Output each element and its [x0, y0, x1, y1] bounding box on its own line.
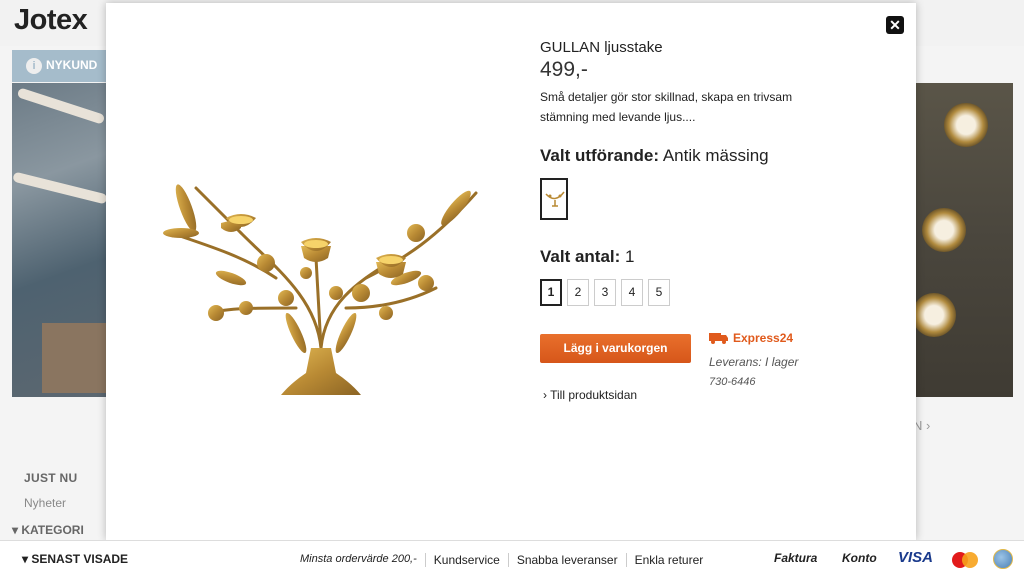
footer-min-order: Minsta ordervärde 200,-: [300, 553, 417, 565]
variant-swatch[interactable]: [540, 178, 568, 220]
delivery-status: Leverans: I lager: [709, 355, 799, 369]
new-customer-label: NYKUND: [46, 58, 98, 72]
footer-bar: ▾ SENAST VISADE Minsta ordervärde 200,- …: [0, 540, 1024, 577]
payment-konto-logo: Konto: [842, 551, 877, 565]
visa-logo: VISA: [898, 549, 934, 566]
close-button[interactable]: ✕: [886, 16, 904, 34]
quick-view-modal: ✕ GULLAN ljusstake 499,- Små detaljer gö…: [106, 3, 916, 540]
footer-link-enkla-returer[interactable]: Enkla returer: [625, 553, 712, 567]
background-hero-image-left: [12, 83, 108, 397]
product-price: 499,-: [540, 58, 588, 81]
sidebar-item-nyheter[interactable]: Nyheter: [24, 496, 66, 510]
footer-links: Minsta ordervärde 200,- Kundservice Snab…: [300, 553, 711, 567]
quantity-option-4[interactable]: 4: [621, 279, 643, 306]
quantity-heading: Valt antal: 1: [540, 247, 635, 267]
quantity-option-5[interactable]: 5: [648, 279, 670, 306]
quantity-heading-label: Valt antal:: [540, 247, 621, 266]
footer-link-snabba-leveranser[interactable]: Snabba leveranser: [507, 553, 626, 567]
mastercard-icon: [952, 552, 978, 568]
quantity-value: 1: [625, 247, 635, 266]
variant-heading-label: Valt utförande:: [540, 146, 660, 165]
product-image: [163, 184, 478, 395]
info-icon: i: [26, 58, 42, 74]
express-label: Express24: [733, 331, 794, 345]
add-to-cart-button[interactable]: Lägg i varukorgen: [540, 334, 691, 363]
product-title: GULLAN ljusstake: [540, 39, 663, 56]
new-customer-banner[interactable]: i NYKUND: [12, 50, 108, 82]
variant-heading: Valt utförande: Antik mässing: [540, 146, 769, 166]
jotex-logo[interactable]: Jotex: [14, 4, 88, 37]
payment-faktura-logo: Faktura: [774, 551, 818, 565]
globe-icon[interactable]: [993, 549, 1013, 569]
quantity-option-2[interactable]: 2: [567, 279, 589, 306]
sidebar-heading-just-nu[interactable]: JUST NU: [24, 471, 77, 485]
recently-viewed-toggle[interactable]: ▾ SENAST VISADE: [22, 552, 128, 566]
article-number: 730-6446: [709, 376, 756, 388]
express-delivery-badge: Express24: [709, 331, 793, 345]
product-page-link[interactable]: › Till produktsidan: [543, 388, 637, 402]
quantity-selector: 1 2 3 4 5: [540, 279, 670, 306]
truck-icon: [709, 333, 728, 344]
variant-value: Antik mässing: [662, 146, 769, 165]
background-hero-image-right: [912, 83, 1013, 397]
sidebar-heading-kategori[interactable]: ▾ KATEGORI: [12, 523, 84, 537]
quantity-option-3[interactable]: 3: [594, 279, 616, 306]
footer-link-kundservice[interactable]: Kundservice: [424, 553, 508, 567]
variant-swatch-thumbnail-icon: [545, 191, 565, 207]
product-description: Små detaljer gör stor skillnad, skapa en…: [540, 90, 793, 124]
quantity-option-1[interactable]: 1: [540, 279, 562, 306]
